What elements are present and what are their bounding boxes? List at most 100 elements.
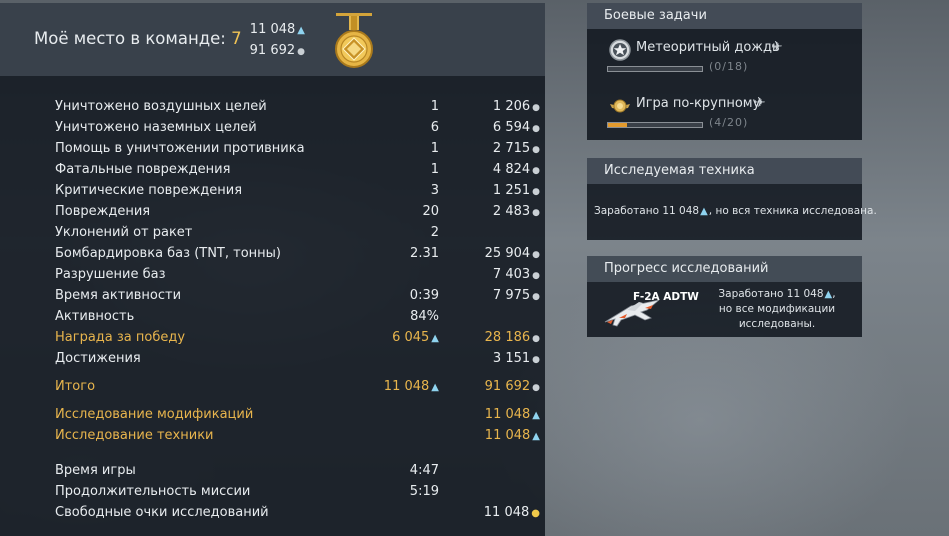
stat-label: Уклонений от ракет bbox=[55, 225, 193, 240]
stats-row: Бомбардировка баз (TNT, тонны) 2.31 25 904… bbox=[0, 245, 545, 265]
silver-lion-icon: ● bbox=[297, 47, 305, 57]
stat-label: Исследование техники bbox=[55, 428, 214, 443]
silver-lion-icon: ● bbox=[532, 355, 540, 365]
stat-count: 11 048 ▲ bbox=[384, 379, 439, 394]
team-place-label: Моё место в команде: 7 bbox=[34, 29, 242, 48]
stat-reward-value: 11 048 bbox=[483, 505, 530, 520]
stat-reward-value: 1 206 bbox=[492, 99, 531, 114]
stat-reward-value: 7 403 bbox=[492, 267, 531, 282]
stat-reward: 91 692 ● bbox=[485, 379, 540, 394]
star-badge-icon bbox=[609, 39, 631, 61]
silver-lion-icon: ● bbox=[532, 145, 540, 155]
battle-tasks-panel: Боевые задачи Метеоритный дождь ✈ (0/18)… bbox=[587, 3, 862, 140]
stat-count: 20 bbox=[422, 204, 439, 219]
stat-label: Время активности bbox=[55, 288, 182, 303]
research-progress-panel: Прогресс исследований F-2A ADTW Заработа… bbox=[587, 256, 862, 337]
task-progress-text: (0/18) bbox=[709, 60, 749, 73]
stat-label: Продолжительность миссии bbox=[55, 484, 251, 499]
note-earned: Заработано 11 048 bbox=[594, 205, 700, 217]
stat-label: Исследование модификаций bbox=[55, 407, 254, 422]
stat-count-value: 5:19 bbox=[409, 484, 439, 499]
task-meteor-rain[interactable]: Метеоритный дождь ✈ (0/18) bbox=[587, 33, 862, 83]
note-earned: Заработано 11 048 bbox=[718, 288, 824, 300]
header-rp-total: 11 048 ▲ bbox=[250, 22, 305, 37]
aircraft-icon: ✈ bbox=[754, 95, 766, 111]
stat-reward-value: 11 048 bbox=[484, 407, 531, 422]
stat-label: Награда за победу bbox=[55, 330, 186, 345]
stat-label: Разрушение баз bbox=[55, 267, 166, 282]
free-research-icon: ● bbox=[531, 508, 540, 519]
stat-count-value: 0:39 bbox=[409, 288, 439, 303]
stat-reward: 7 975 ● bbox=[493, 288, 540, 303]
note-text: , но вся техника исследована. bbox=[708, 205, 877, 217]
silver-lion-icon: ● bbox=[532, 208, 540, 218]
stats-row: Награда за победу 6 045 ▲ 28 186 ● bbox=[0, 329, 545, 349]
stats-row: Уничтожено наземных целей 6 6 594 ● bbox=[0, 119, 545, 139]
task-progress-bar bbox=[607, 122, 703, 128]
stat-label: Уничтожено воздушных целей bbox=[55, 99, 267, 114]
stat-count: 3 bbox=[431, 183, 439, 198]
winged-badge-icon bbox=[610, 99, 630, 113]
stat-label: Свободные очки исследований bbox=[55, 505, 269, 520]
header-sl-total: 91 692 ● bbox=[250, 43, 305, 58]
task-name: Игра по-крупному bbox=[636, 96, 761, 111]
stat-count-value: 3 bbox=[430, 183, 439, 198]
research-progress-note: Заработано 11 048▲, но все модификации и… bbox=[707, 287, 847, 332]
stat-count-value: 2 bbox=[430, 225, 439, 240]
research-point-icon: ▲ bbox=[700, 206, 708, 217]
research-point-icon: ▲ bbox=[431, 333, 439, 344]
stats-row: Исследование модификаций 11 048 ▲ bbox=[0, 406, 545, 426]
task-progress-fill bbox=[608, 123, 627, 127]
silver-lion-icon: ● bbox=[532, 250, 540, 260]
stat-reward: 25 904 ● bbox=[485, 246, 540, 261]
research-point-icon: ▲ bbox=[431, 382, 439, 393]
stat-count-value: 1 bbox=[430, 141, 439, 156]
silver-lion-icon: ● bbox=[532, 383, 540, 393]
stats-row: Разрушение баз 7 403 ● bbox=[0, 266, 545, 286]
stat-reward: 7 403 ● bbox=[493, 267, 540, 282]
battle-tasks-title: Боевые задачи bbox=[587, 3, 862, 29]
task-name: Метеоритный дождь bbox=[636, 40, 780, 55]
stat-reward: 3 151 ● bbox=[493, 351, 540, 366]
header-rp-value: 11 048 bbox=[249, 22, 296, 37]
stats-row: Уничтожено воздушных целей 1 1 206 ● bbox=[0, 98, 545, 118]
stat-count: 2.31 bbox=[410, 246, 439, 261]
stat-count: 0:39 bbox=[410, 288, 439, 303]
stats-row: Время игры 4:47 bbox=[0, 462, 545, 482]
stat-label: Активность bbox=[55, 309, 135, 324]
stat-label: Бомбардировка баз (TNT, тонны) bbox=[55, 246, 282, 261]
stat-count: 1 bbox=[431, 99, 439, 114]
stats-row: Исследование техники 11 048 ▲ bbox=[0, 427, 545, 447]
stat-count: 2 bbox=[431, 225, 439, 240]
stat-reward-value: 6 594 bbox=[492, 120, 531, 135]
research-point-icon: ▲ bbox=[297, 25, 305, 36]
note-line2: но все модификации bbox=[718, 303, 836, 315]
task-big-game[interactable]: Игра по-крупному ✈ (4/20) bbox=[587, 89, 862, 139]
stat-label: Критические повреждения bbox=[55, 183, 243, 198]
header-sl-value: 91 692 bbox=[249, 43, 296, 58]
stat-reward: 28 186 ● bbox=[485, 330, 540, 345]
note-comma: , bbox=[832, 288, 836, 300]
stats-row: Повреждения 20 2 483 ● bbox=[0, 203, 545, 223]
stat-reward-value: 2 715 bbox=[492, 141, 531, 156]
silver-lion-icon: ● bbox=[532, 103, 540, 113]
medal-icon bbox=[335, 13, 373, 68]
aircraft-icon: ✈ bbox=[771, 39, 783, 55]
stat-label: Время игры bbox=[55, 463, 136, 478]
stat-label: Уничтожено наземных целей bbox=[55, 120, 257, 135]
stat-label: Повреждения bbox=[55, 204, 151, 219]
stat-label: Итого bbox=[55, 379, 96, 394]
stats-row: Достижения 3 151 ● bbox=[0, 350, 545, 370]
stat-reward-value: 91 692 bbox=[484, 379, 531, 394]
stat-count: 84% bbox=[410, 309, 439, 324]
stat-count: 5:19 bbox=[410, 484, 439, 499]
stat-label: Фатальные повреждения bbox=[55, 162, 231, 177]
stat-count-value: 2.31 bbox=[410, 246, 439, 261]
stat-count: 6 045 ▲ bbox=[392, 330, 439, 345]
vehicle-name: F-2A ADTW bbox=[633, 291, 699, 303]
stat-count-value: 1 bbox=[430, 99, 439, 114]
battle-results-panel: Моё место в команде: 7 11 048 ▲ 91 692 ● У… bbox=[0, 3, 545, 536]
stat-reward-value: 28 186 bbox=[484, 330, 531, 345]
silver-lion-icon: ● bbox=[532, 292, 540, 302]
stats-row: Критические повреждения 3 1 251 ● bbox=[0, 182, 545, 202]
